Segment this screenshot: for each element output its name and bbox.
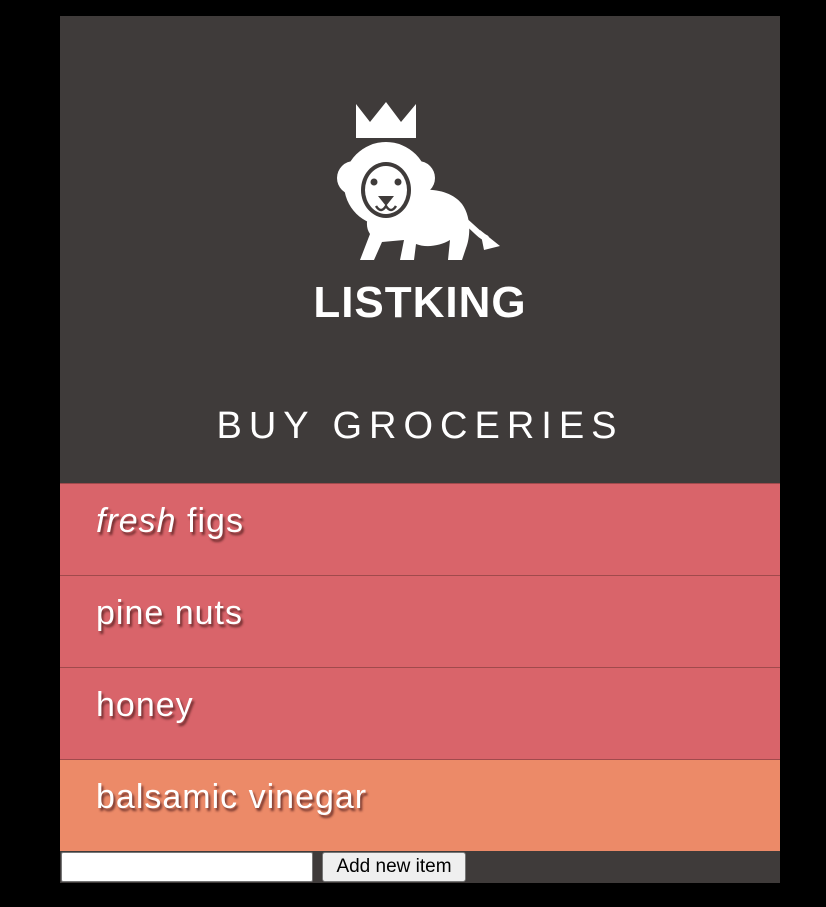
list-item[interactable]: honey bbox=[60, 667, 780, 759]
lion-king-logo-icon bbox=[330, 102, 510, 264]
list-item-text: figs bbox=[176, 502, 244, 540]
app-header: LISTKING BUY GROCERIES bbox=[60, 16, 780, 483]
list-item-emphasis: fresh bbox=[96, 502, 177, 540]
list-item-label: fresh figs bbox=[96, 500, 244, 542]
list-title: BUY GROCERIES bbox=[216, 405, 624, 447]
add-item-form: Add new item bbox=[60, 851, 780, 883]
new-item-input[interactable] bbox=[61, 852, 313, 882]
list-item[interactable]: pine nuts bbox=[60, 575, 780, 667]
brand-name: LISTKING bbox=[313, 278, 527, 327]
list-item-label: honey bbox=[96, 686, 194, 724]
grocery-list: fresh figs pine nuts honey balsamic vine… bbox=[60, 483, 780, 851]
list-item-label: balsamic vinegar bbox=[96, 778, 368, 816]
listking-app: LISTKING BUY GROCERIES fresh figs pine n… bbox=[60, 16, 780, 883]
list-item-label: pine nuts bbox=[96, 594, 243, 632]
list-item[interactable]: fresh figs bbox=[60, 483, 780, 575]
list-item[interactable]: balsamic vinegar bbox=[60, 759, 780, 851]
add-new-item-button[interactable]: Add new item bbox=[322, 852, 466, 882]
